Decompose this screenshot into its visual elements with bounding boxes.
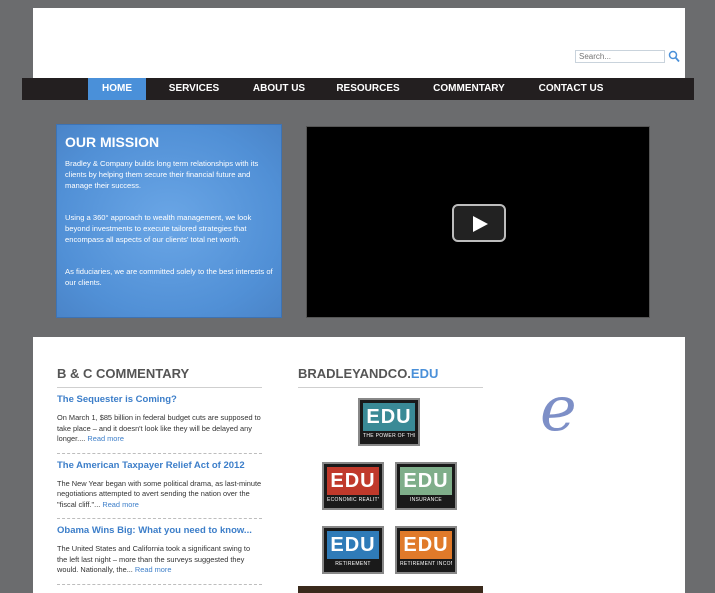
edu-badge-caption: THE POWER OF THE ENTREPRENEUR bbox=[363, 433, 415, 439]
play-icon bbox=[473, 216, 488, 232]
read-more-link[interactable]: Read more bbox=[87, 434, 124, 443]
nav-home[interactable]: HOME bbox=[88, 78, 146, 100]
post-excerpt: The United States and California took a … bbox=[57, 544, 251, 574]
list-item: The Sequester is Coming? On March 1, $85… bbox=[57, 388, 262, 454]
search-icon[interactable] bbox=[668, 50, 680, 63]
nav-about-us[interactable]: ABOUT US bbox=[242, 78, 316, 100]
mission-paragraph-3: As fiduciaries, we are committed solely … bbox=[65, 267, 273, 287]
edu-badge-logo: EDU bbox=[327, 467, 379, 495]
edu-badge-economic-reality[interactable]: EDU ECONOMIC REALITY bbox=[322, 462, 384, 510]
edu-badge-entrepreneur[interactable]: EDU THE POWER OF THE ENTREPRENEUR bbox=[358, 398, 420, 446]
commentary-section: B & C COMMENTARY The Sequester is Coming… bbox=[57, 366, 262, 585]
list-item: Obama Wins Big: What you need to know...… bbox=[57, 519, 262, 585]
edu-badge-logo: EDU bbox=[400, 531, 452, 559]
post-title-link[interactable]: Obama Wins Big: What you need to know... bbox=[57, 525, 262, 536]
main-nav: HOME SERVICES ABOUT US RESOURCES COMMENT… bbox=[22, 78, 694, 100]
commentary-title: B & C COMMENTARY bbox=[57, 366, 262, 388]
header-panel bbox=[33, 8, 685, 78]
nav-commentary[interactable]: COMMENTARY bbox=[422, 78, 516, 100]
mission-paragraph-2: Using a 360° approach to wealth manageme… bbox=[65, 213, 252, 244]
post-title-link[interactable]: The American Taxpayer Relief Act of 2012 bbox=[57, 460, 262, 471]
nav-resources[interactable]: RESOURCES bbox=[328, 78, 408, 100]
mission-paragraph-1: Bradley & Company builds long term relat… bbox=[65, 159, 259, 190]
e-logo-icon: e bbox=[540, 372, 577, 445]
nav-contact-us[interactable]: CONTACT US bbox=[530, 78, 612, 100]
edu-badge-insurance[interactable]: EDU INSURANCE bbox=[395, 462, 457, 510]
edu-section: BRADLEYANDCO.EDU bbox=[298, 366, 483, 388]
edu-badge-logo: EDU bbox=[363, 403, 415, 431]
post-excerpt: The New Year began with some political d… bbox=[57, 478, 262, 509]
edu-section-title: BRADLEYANDCO.EDU bbox=[298, 366, 483, 388]
edu-badge-logo: EDU bbox=[400, 467, 452, 495]
mission-title: OUR MISSION bbox=[65, 134, 160, 150]
list-item: The American Taxpayer Relief Act of 2012… bbox=[57, 454, 262, 519]
read-more-link[interactable]: Read more bbox=[102, 500, 139, 509]
post-excerpt: On March 1, $85 billion in federal budge… bbox=[57, 413, 261, 443]
search-input[interactable] bbox=[575, 50, 665, 63]
nav-services[interactable]: SERVICES bbox=[157, 78, 231, 100]
video-player[interactable] bbox=[306, 126, 650, 318]
edu-badge-caption: ECONOMIC REALITY bbox=[327, 497, 379, 503]
edu-badge-logo: EDU bbox=[327, 531, 379, 559]
mission-box: OUR MISSION Bradley & Company builds lon… bbox=[56, 124, 282, 318]
divider bbox=[57, 583, 262, 585]
edu-badge-retirement-income[interactable]: EDU RETIREMENT INCOME bbox=[395, 526, 457, 574]
edu-badge-caption: INSURANCE bbox=[409, 497, 443, 503]
post-title-link[interactable]: The Sequester is Coming? bbox=[57, 394, 262, 405]
edu-badge-caption: RETIREMENT bbox=[335, 561, 371, 567]
banner-strip bbox=[298, 586, 483, 593]
edu-badge-retirement[interactable]: EDU RETIREMENT bbox=[322, 526, 384, 574]
edu-badge-caption: RETIREMENT INCOME bbox=[400, 561, 452, 567]
play-button[interactable] bbox=[452, 204, 506, 242]
read-more-link[interactable]: Read more bbox=[135, 565, 172, 574]
